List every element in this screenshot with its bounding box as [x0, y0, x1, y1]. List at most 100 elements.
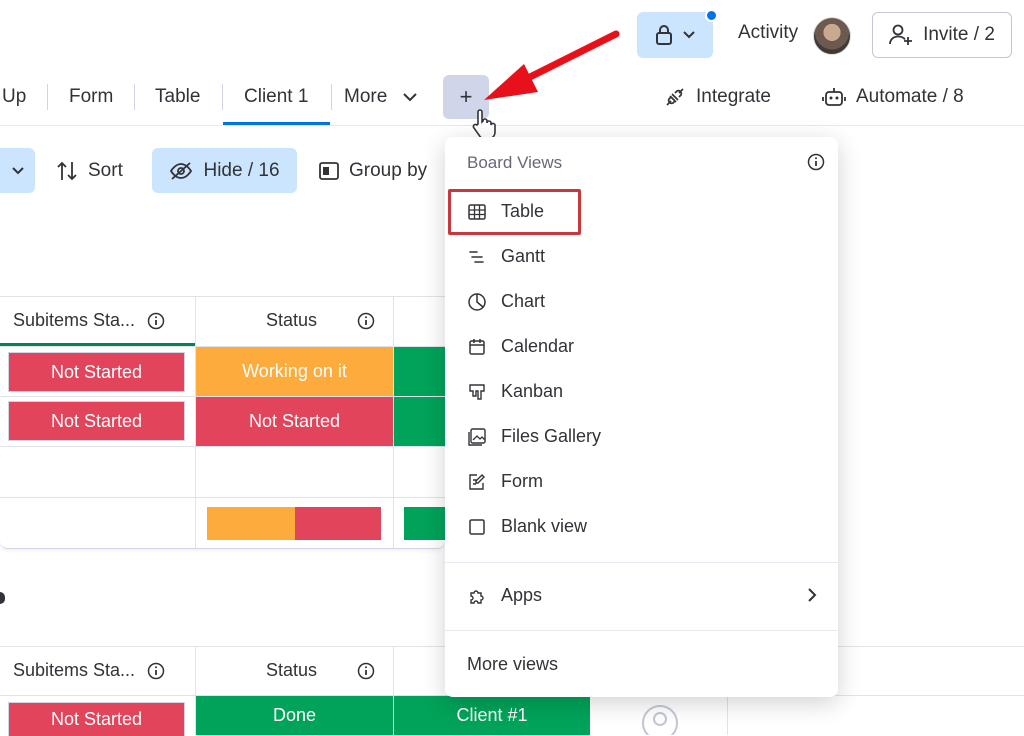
tab-more[interactable]: More: [344, 86, 418, 108]
column-header-subitems-status[interactable]: Subitems Sta...: [13, 660, 165, 681]
status-cell[interactable]: Working on it: [196, 347, 393, 396]
column-header-label: Status: [266, 310, 318, 330]
menu-item-files-gallery[interactable]: Files Gallery: [467, 426, 601, 447]
invite-button[interactable]: Invite / 2: [872, 12, 1012, 58]
chevron-down-icon: [11, 166, 24, 174]
tabs-divider: [0, 125, 1024, 126]
status-cell[interactable]: Not Started: [8, 401, 185, 441]
plug-icon: [666, 88, 684, 106]
menu-item-calendar[interactable]: Calendar: [467, 336, 574, 357]
gantt-icon: [469, 250, 484, 263]
chart-icon: [468, 292, 486, 311]
tab-form[interactable]: Form: [69, 86, 113, 108]
info-icon[interactable]: [147, 312, 165, 330]
sort-label: Sort: [88, 160, 123, 181]
group-toggle[interactable]: [0, 592, 5, 604]
column-header-label: Subitems Sta...: [13, 660, 136, 680]
automate-button[interactable]: Automate / 8: [822, 86, 964, 108]
toolbar-dropdown-button[interactable]: [0, 148, 35, 193]
tab-client-1[interactable]: Client 1: [244, 86, 308, 108]
menu-item-label: Calendar: [501, 336, 575, 356]
info-icon[interactable]: [147, 662, 165, 680]
summary-bar-not-started: [295, 507, 381, 540]
menu-item-label: Gantt: [501, 246, 546, 266]
info-icon[interactable]: [357, 662, 375, 680]
menu-item-form[interactable]: Form: [467, 471, 543, 492]
menu-item-label: Apps: [501, 585, 543, 605]
status-cell[interactable]: [394, 347, 445, 396]
status-cell[interactable]: Done: [196, 696, 393, 735]
status-cell[interactable]: Not Started: [8, 352, 185, 392]
group-by-label: Group by: [349, 160, 428, 181]
tab-up[interactable]: Up: [2, 86, 26, 108]
menu-item-apps[interactable]: Apps: [467, 585, 542, 606]
hide-columns-button[interactable]: Hide / 16: [152, 148, 297, 193]
chevron-down-icon: [403, 92, 418, 101]
tab-more-label: More: [344, 86, 388, 107]
menu-item-chart[interactable]: Chart: [467, 291, 545, 312]
column-header-label: Subitems Sta...: [13, 310, 136, 330]
client-cell[interactable]: Client #1: [394, 696, 590, 735]
tab-divider: [222, 84, 223, 110]
form-icon: [469, 473, 485, 490]
hand-cursor-icon: [472, 109, 496, 140]
activity-button[interactable]: Activity: [738, 22, 798, 44]
summary-bar-done: [404, 507, 445, 540]
menu-item-label: Blank view: [501, 516, 588, 536]
arrow-annotation-icon: [484, 30, 620, 100]
tab-table[interactable]: Table: [155, 86, 200, 108]
status-cell[interactable]: Not Started: [196, 397, 393, 446]
integrate-button[interactable]: Integrate: [664, 86, 771, 108]
sort-button[interactable]: Sort: [56, 160, 123, 182]
menu-divider: [445, 630, 838, 631]
menu-item-label: Files Gallery: [501, 426, 602, 446]
person-icon[interactable]: [641, 704, 679, 735]
group-by-button[interactable]: Group by: [319, 160, 427, 182]
menu-item-kanban[interactable]: Kanban: [467, 381, 563, 402]
more-views-link[interactable]: More views: [467, 654, 558, 675]
menu-item-blank-view[interactable]: Blank view: [467, 516, 587, 537]
tab-divider: [47, 84, 48, 110]
info-icon[interactable]: [807, 153, 825, 171]
highlight-box: [448, 189, 581, 235]
lock-icon: [656, 25, 672, 45]
tab-divider: [331, 84, 332, 110]
automate-label: Automate / 8: [856, 86, 964, 107]
integrate-label: Integrate: [696, 86, 771, 107]
avatar[interactable]: [813, 17, 851, 55]
add-user-icon: [889, 24, 913, 45]
plus-icon: +: [459, 84, 473, 109]
gallery-icon: [468, 427, 486, 446]
board-permissions-button[interactable]: [637, 12, 713, 58]
menu-item-label: Form: [501, 471, 543, 491]
menu-item-label: Kanban: [501, 381, 564, 401]
menu-title: Board Views: [467, 153, 563, 172]
blank-view-icon: [469, 518, 485, 535]
menu-item-label: Chart: [501, 291, 546, 311]
puzzle-icon: [470, 589, 484, 604]
row-divider: [0, 446, 445, 447]
menu-divider: [445, 562, 838, 563]
invite-label: Invite / 2: [923, 24, 995, 45]
column-header-label: Status: [266, 660, 318, 680]
notification-dot: [705, 9, 718, 22]
chevron-down-icon: [683, 31, 695, 39]
sort-icon: [57, 161, 77, 181]
robot-icon: [822, 88, 846, 106]
chevron-right-icon: [808, 588, 817, 602]
group-by-icon: [319, 162, 339, 180]
info-icon[interactable]: [357, 312, 375, 330]
status-cell[interactable]: Not Started: [8, 702, 185, 736]
tab-divider: [134, 84, 135, 110]
column-header-status[interactable]: Status: [266, 660, 375, 681]
table-divider: [0, 296, 445, 297]
menu-item-gantt[interactable]: Gantt: [467, 246, 545, 267]
hide-label: Hide / 16: [203, 159, 280, 181]
calendar-icon: [469, 338, 485, 355]
status-cell[interactable]: [394, 397, 445, 446]
column-header-status[interactable]: Status: [266, 310, 375, 331]
summary-bar-working: [207, 507, 295, 540]
column-header-subitems-status[interactable]: Subitems Sta...: [13, 310, 165, 331]
eye-hidden-icon: [170, 161, 193, 180]
kanban-icon: [469, 383, 485, 400]
